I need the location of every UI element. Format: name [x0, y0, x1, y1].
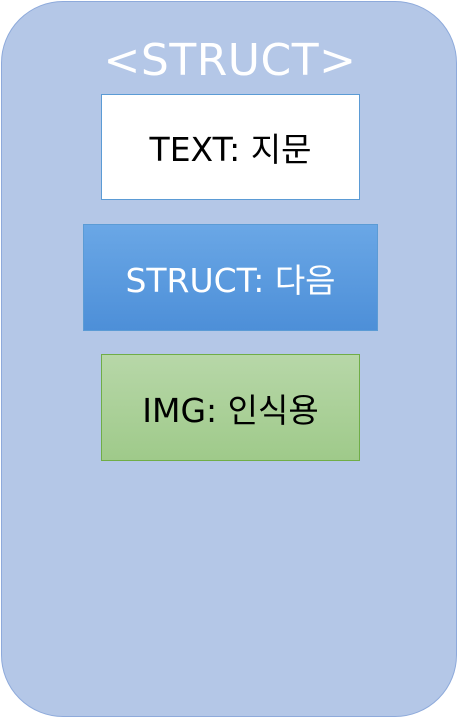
img-node-label: IMG: 인식용 [142, 390, 319, 430]
struct-container-title: <STRUCT> [103, 35, 357, 86]
struct-node: STRUCT: 다음 [83, 224, 378, 331]
text-node: TEXT: 지문 [101, 94, 360, 200]
struct-node-label: STRUCT: 다음 [125, 260, 336, 300]
text-node-label: TEXT: 지문 [149, 130, 312, 169]
img-node: IMG: 인식용 [101, 354, 360, 461]
diagram-canvas: <STRUCT> TEXT: 지문 STRUCT: 다음 IMG: 인식용 [0, 0, 460, 720]
